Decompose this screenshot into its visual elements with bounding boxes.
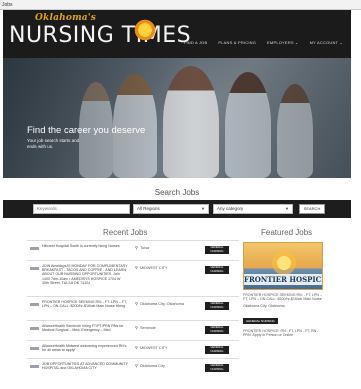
job-row[interactable]: AllianceHealth Midwest welcoming experie… [27, 340, 239, 358]
search-title: Search Jobs [154, 188, 200, 197]
job-location: ⚲ Tulsa [135, 245, 189, 250]
job-title[interactable]: AllianceHealth Midwest welcoming experie… [42, 344, 128, 352]
job-title[interactable]: Hillcrest Hospital South is currently hi… [42, 244, 128, 248]
featured-job-image[interactable]: FRONTIER HOSPICE [243, 242, 323, 290]
job-title[interactable]: JOB OPPORTUNITIES AT ADVANCED COMMUNITY … [42, 362, 128, 370]
job-category-button[interactable]: GENERAL NURSING [205, 266, 229, 274]
site-page: Oklahoma's NURSING TIMES FIND A JOB PLAN… [3, 10, 351, 389]
featured-job-location: Oklahoma City, Oklahoma [243, 304, 285, 309]
recent-jobs-list: Hillcrest Hospital South is currently hi… [27, 240, 239, 376]
job-location: ⚲ Oklahoma City [135, 363, 189, 368]
featured-job-description: FRONTIER HOSPICE: RN - FT, LPN - FT, RN … [243, 328, 319, 337]
job-category-button[interactable]: GENERAL NURSING [205, 246, 229, 254]
job-row[interactable]: Hillcrest Hospital South is currently hi… [27, 240, 239, 260]
job-location-text: Tulsa [139, 246, 150, 250]
job-location: ⚲ Seminole [135, 325, 189, 330]
company-logo [30, 347, 39, 350]
category-select[interactable]: Any category ▼ [213, 204, 293, 214]
category-select-value: Any category [217, 206, 244, 211]
hero-subtext: Your job search starts and ends with us. [27, 138, 80, 149]
chevron-down-icon: ▼ [201, 206, 205, 211]
site-logo[interactable]: Oklahoma's NURSING TIMES [9, 13, 191, 55]
chevron-down-icon: ▼ [285, 206, 289, 211]
logo-wordmark: NURSING TIMES [9, 23, 192, 48]
site-header: Oklahoma's NURSING TIMES FIND A JOB PLAN… [3, 10, 351, 58]
job-location: ⚲ MIDWEST CITY [135, 265, 189, 270]
job-row[interactable]: JOIN Amedisys!!!! MONDAY FOR COMPLIMENTA… [27, 260, 239, 296]
job-location-text: Oklahoma City [139, 364, 165, 368]
job-row[interactable]: FRONTIER HOSPICE SEEKING RN: - FT, LPN –… [27, 296, 239, 320]
job-location-text: MIDWEST CITY [139, 346, 168, 350]
company-logo [30, 267, 39, 270]
featured-job-card[interactable]: FRONTIER HOSPICE FRONTIER HOSPICE SEEKIN… [243, 242, 323, 337]
job-category-button[interactable]: GENERAL NURSING [205, 302, 229, 310]
nav-employers[interactable]: EMPLOYERS ⌄ [267, 40, 299, 45]
job-location-text: MIDWEST CITY [139, 266, 168, 270]
nav-plans-pricing[interactable]: PLANS & PRICING [218, 40, 256, 45]
company-logo [30, 365, 39, 368]
region-select[interactable]: All Regions ▼ [133, 204, 209, 214]
region-select-value: All Regions [137, 206, 160, 211]
search-button[interactable]: SEARCH [299, 204, 325, 214]
logo-tagline: Oklahoma's [35, 13, 97, 23]
job-location: ⚲ MIDWEST CITY [135, 345, 189, 350]
recent-jobs-title: Recent Jobs [103, 228, 148, 237]
nav-my-account[interactable]: MY ACCOUNT ⌄ [310, 40, 343, 45]
job-category-button[interactable]: GENERAL NURSING [205, 326, 229, 334]
featured-job-title[interactable]: FRONTIER HOSPICE SEEKING RN: - FT, LPN –… [243, 293, 323, 301]
nav-find-a-job[interactable]: FIND A JOB [184, 40, 208, 45]
featured-category-button[interactable]: GENERAL NURSING [243, 317, 278, 324]
featured-jobs-title: Featured Jobs [261, 228, 313, 237]
company-logo [30, 303, 39, 306]
job-title[interactable]: FRONTIER HOSPICE SEEKING RN: - FT, LPN –… [42, 300, 128, 308]
company-logo [30, 327, 39, 330]
job-title[interactable]: JOIN Amedisys!!!! MONDAY FOR COMPLIMENTA… [42, 264, 128, 285]
keyword-input[interactable]: Keywords [33, 204, 130, 214]
map-pin-icon: ⚲ [135, 325, 138, 330]
hero-headline: Find the career you deserve [27, 125, 146, 136]
job-location-text: Seminole [139, 326, 156, 330]
job-location: ⚲ Oklahoma City, Oklahoma [135, 301, 189, 306]
search-bar: Keywords All Regions ▼ Any category ▼ SE… [3, 200, 351, 218]
map-pin-icon: ⚲ [135, 345, 138, 350]
job-location-text: Oklahoma City, Oklahoma [139, 302, 184, 306]
job-title[interactable]: AllianceHealth Seminole hiring FT/PT/PRN… [42, 324, 128, 332]
map-pin-icon: ⚲ [135, 301, 138, 306]
map-pin-icon: ⚲ [135, 265, 138, 270]
hero-overlay [3, 58, 351, 178]
company-logo [30, 247, 39, 250]
hero-banner: Find the career you deserve Your job sea… [3, 58, 351, 178]
sun-icon [270, 249, 298, 277]
job-category-button[interactable]: GENERAL NURSING [205, 346, 229, 354]
featured-brand-logo: FRONTIER HOSPICE [244, 274, 323, 285]
sun-icon [133, 18, 157, 42]
job-row[interactable]: JOB OPPORTUNITIES AT ADVANCED COMMUNITY … [27, 358, 239, 376]
job-category-button[interactable]: GENERAL NURSING [205, 364, 229, 372]
main-nav: FIND A JOB PLANS & PRICING EMPLOYERS ⌄ M… [184, 40, 343, 45]
job-row[interactable]: AllianceHealth Seminole hiring FT/PT/PRN… [27, 320, 239, 340]
window-title: Jobs [0, 0, 361, 10]
map-pin-icon: ⚲ [135, 245, 138, 250]
map-pin-icon: ⚲ [135, 363, 138, 368]
